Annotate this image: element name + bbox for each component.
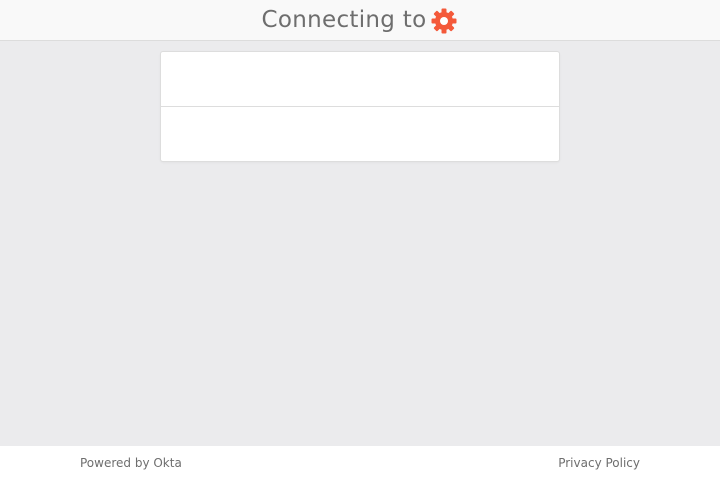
card-section-bottom — [161, 107, 559, 162]
gear-icon — [430, 7, 458, 35]
powered-by-okta-link[interactable]: Powered by Okta — [80, 456, 182, 470]
connecting-title: Connecting to — [261, 6, 427, 33]
page-header: Connecting to — [0, 0, 720, 41]
privacy-policy-link[interactable]: Privacy Policy — [558, 456, 640, 470]
card-section-top — [161, 52, 559, 107]
connecting-card — [160, 51, 560, 162]
page-footer: Powered by Okta Privacy Policy — [0, 446, 720, 480]
